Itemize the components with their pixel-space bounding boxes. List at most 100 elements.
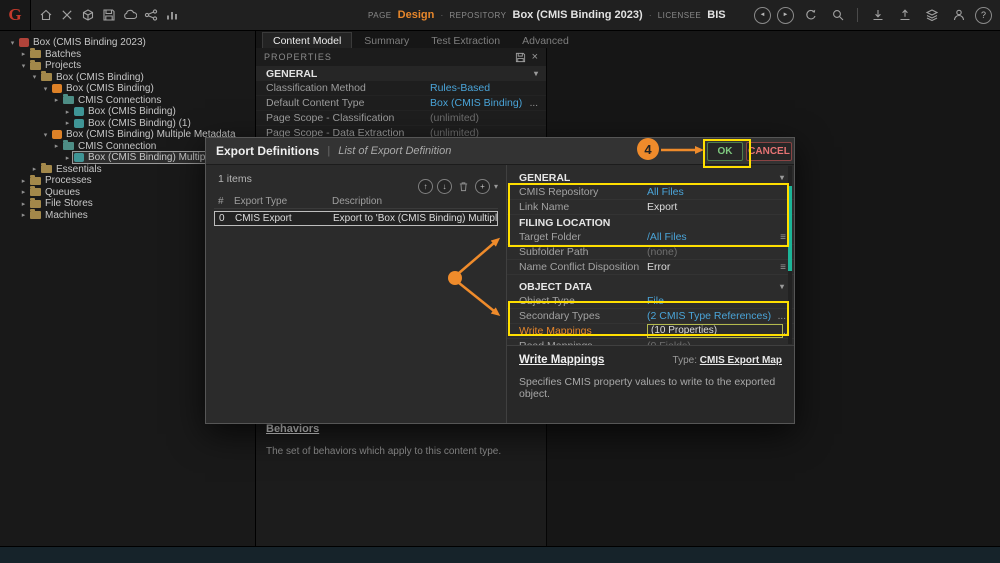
property-value[interactable]: Export xyxy=(647,201,786,213)
folder-icon xyxy=(30,177,41,185)
section-filing-location[interactable]: FILING LOCATION xyxy=(507,215,794,230)
save-properties-icon[interactable] xyxy=(515,52,526,63)
toolbar-icons xyxy=(35,0,182,30)
property-row-name-conflict: Name Conflict Disposition Error ≡ xyxy=(507,260,794,275)
folder-icon xyxy=(30,200,41,208)
row-number: 0 xyxy=(215,213,235,224)
ok-button[interactable]: OK xyxy=(707,142,743,161)
ellipsis-icon[interactable]: ... xyxy=(530,98,538,109)
upload-icon[interactable] xyxy=(894,0,915,30)
move-up-icon[interactable]: ↑ xyxy=(418,179,433,194)
tools-icon[interactable] xyxy=(56,0,77,30)
property-value[interactable]: (unlimited) xyxy=(430,112,538,124)
repository-value[interactable]: Box (CMIS Binding 2023) xyxy=(513,9,643,21)
behaviors-section: Behaviors The set of behaviors which app… xyxy=(266,419,538,457)
menu-icon[interactable]: ≡ xyxy=(780,232,786,243)
property-label: Name Conflict Disposition xyxy=(519,261,647,273)
download-icon[interactable] xyxy=(867,0,888,30)
layers-icon[interactable] xyxy=(921,0,942,30)
folder-icon xyxy=(30,188,41,196)
property-value[interactable]: Rules-Based xyxy=(430,82,538,94)
tab-content-model[interactable]: Content Model xyxy=(262,32,352,48)
cancel-button[interactable]: CANCEL xyxy=(746,142,792,161)
help-icon[interactable]: ? xyxy=(975,7,992,24)
tab-advanced[interactable]: Advanced xyxy=(512,32,579,48)
expander-icon[interactable]: ▾ xyxy=(41,131,50,139)
close-properties-icon[interactable]: × xyxy=(532,51,538,63)
chevron-down-icon[interactable]: ▾ xyxy=(780,282,784,291)
property-label: Write Mappings xyxy=(519,325,647,337)
tree-item-label: File Stores xyxy=(45,198,93,209)
batches-icon[interactable] xyxy=(77,0,98,30)
property-value[interactable]: Box (CMIS Binding) Multiple Met... xyxy=(430,97,526,109)
help-type-label: Type: xyxy=(673,355,697,366)
property-value[interactable]: (2 CMIS Type References) xyxy=(647,310,774,322)
section-general[interactable]: GENERAL ▾ xyxy=(507,170,794,185)
content-model-icon xyxy=(52,84,62,93)
save-icon[interactable] xyxy=(98,0,119,30)
property-value[interactable]: File xyxy=(647,295,786,307)
forward-icon[interactable]: ► xyxy=(777,7,794,24)
expander-icon[interactable]: ▸ xyxy=(19,50,28,58)
property-value[interactable]: All Files xyxy=(647,186,786,198)
back-icon[interactable]: ◄ xyxy=(754,7,771,24)
chevron-down-icon[interactable]: ▾ xyxy=(534,69,538,78)
scrollbar-track[interactable] xyxy=(788,166,792,344)
folder-icon xyxy=(30,211,41,219)
tree-item-label: Batches xyxy=(45,49,81,60)
connection-icon xyxy=(74,153,84,162)
separator-dot: · xyxy=(440,10,443,20)
write-mappings-value-field[interactable]: (10 Properties) xyxy=(647,324,783,338)
menu-icon[interactable]: ≡ xyxy=(780,262,786,273)
add-dropdown-icon[interactable]: ▾ xyxy=(494,182,498,191)
column-description: Description xyxy=(332,196,498,207)
help-type-value[interactable]: CMIS Export Map xyxy=(700,355,782,366)
expander-icon[interactable]: ▸ xyxy=(63,119,72,127)
expander-icon[interactable]: ▸ xyxy=(19,211,28,219)
property-value[interactable]: Error xyxy=(647,261,776,273)
export-definition-properties: GENERAL ▾ CMIS Repository All Files Link… xyxy=(506,165,794,423)
page-value[interactable]: Design xyxy=(398,9,435,21)
section-general[interactable]: GENERAL ▾ xyxy=(256,66,546,81)
tree-item-label: CMIS Connection xyxy=(78,141,156,152)
chart-icon[interactable] xyxy=(161,0,182,30)
properties-title: PROPERTIES xyxy=(264,52,332,62)
expander-icon[interactable]: ▸ xyxy=(19,188,28,196)
ellipsis-icon[interactable]: ... xyxy=(778,311,786,322)
tree-item-label: Box (CMIS Binding) xyxy=(56,72,144,83)
search-icon[interactable] xyxy=(827,0,848,30)
workflow-icon[interactable] xyxy=(140,0,161,30)
expander-icon[interactable]: ▸ xyxy=(19,200,28,208)
expander-icon[interactable]: ▸ xyxy=(63,108,72,116)
list-header-row: # Export Type Description xyxy=(214,195,498,209)
section-object-data[interactable]: OBJECT DATA ▾ xyxy=(507,279,794,294)
tab-summary[interactable]: Summary xyxy=(354,32,419,48)
property-row-subfolder-path: Subfolder Path (none) xyxy=(507,245,794,260)
chevron-down-icon[interactable]: ▾ xyxy=(780,173,784,182)
home-icon[interactable] xyxy=(35,0,56,30)
topbar-right-icons: ◄ ► ? xyxy=(754,0,992,30)
property-row-link-name: Link Name Export xyxy=(507,200,794,215)
folder-icon xyxy=(41,73,52,81)
expander-icon[interactable]: ▸ xyxy=(52,142,61,150)
scrollbar-thumb[interactable] xyxy=(788,186,792,271)
export-definition-row[interactable]: 0 CMIS Export Export to 'Box (CMIS Bindi… xyxy=(214,211,498,226)
cloud-icon[interactable] xyxy=(119,0,140,30)
property-value[interactable]: /All Files xyxy=(647,231,776,243)
expander-icon[interactable]: ▸ xyxy=(63,154,72,162)
user-icon[interactable] xyxy=(948,0,969,30)
expander-icon[interactable]: ▸ xyxy=(19,177,28,185)
expander-icon[interactable]: ▾ xyxy=(19,62,28,70)
expander-icon[interactable]: ▾ xyxy=(30,73,39,81)
licensee-label: LICENSEE xyxy=(658,11,702,20)
expander-icon[interactable]: ▾ xyxy=(8,39,17,47)
app-logo[interactable]: G xyxy=(0,0,31,30)
refresh-icon[interactable] xyxy=(800,0,821,30)
property-value[interactable]: (none) xyxy=(647,246,786,258)
expander-icon[interactable]: ▾ xyxy=(41,85,50,93)
expander-icon[interactable]: ▸ xyxy=(30,165,39,173)
expander-icon[interactable]: ▸ xyxy=(52,96,61,104)
tab-test-extraction[interactable]: Test Extraction xyxy=(421,32,510,48)
add-icon[interactable]: + xyxy=(475,179,490,194)
move-down-icon[interactable]: ↓ xyxy=(437,179,452,194)
